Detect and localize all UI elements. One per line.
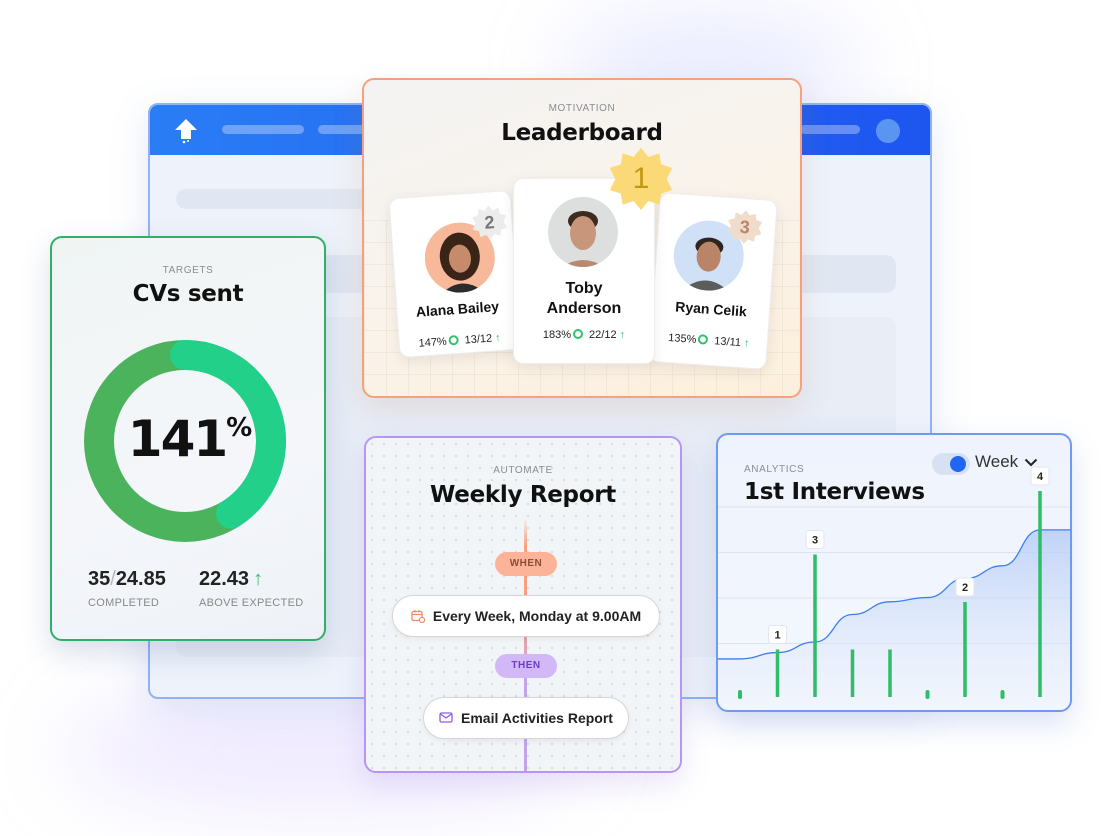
email-icon bbox=[439, 712, 453, 723]
analytics-toggle[interactable] bbox=[932, 453, 970, 475]
flow-connector bbox=[524, 518, 527, 658]
ring-icon bbox=[698, 334, 709, 345]
data-label: 4 bbox=[1037, 471, 1044, 483]
trigger-node[interactable]: Every Week, Monday at 9.00AM bbox=[392, 595, 660, 637]
action-node[interactable]: Email Activities Report bbox=[423, 697, 629, 739]
when-pill: WHEN bbox=[495, 552, 557, 576]
card-eyebrow: TARGETS bbox=[162, 265, 214, 276]
player-stats: 147% 13/12 ↑ bbox=[418, 331, 502, 350]
then-pill: THEN bbox=[495, 654, 557, 678]
player-name: Ryan Celik bbox=[674, 298, 748, 320]
interviews-chart: 1 3 2 4 bbox=[718, 466, 1070, 710]
user-avatar[interactable] bbox=[876, 119, 900, 143]
chevron-down-icon bbox=[1024, 458, 1038, 466]
rank-badge-first: 1 bbox=[608, 146, 674, 212]
trend-area bbox=[718, 529, 1070, 710]
card-title: Weekly Report bbox=[430, 482, 616, 508]
arrow-up-icon: ↑ bbox=[743, 337, 750, 350]
nav-placeholder bbox=[222, 125, 304, 134]
card-title: 1st Interviews bbox=[744, 479, 925, 505]
player-stats: 135% 13/11 ↑ bbox=[667, 332, 750, 350]
leaderboard-card: MOTIVATION Leaderboard 2 Alana Bailey 14… bbox=[362, 78, 802, 398]
card-eyebrow: ANALYTICS bbox=[744, 464, 805, 475]
data-label: 3 bbox=[812, 535, 818, 547]
calendar-clock-icon bbox=[411, 610, 425, 623]
arrow-up-icon: ↑ bbox=[494, 331, 502, 345]
rank-badge: 3 bbox=[726, 208, 764, 246]
upload-arrow-icon bbox=[175, 119, 197, 144]
percent-value: 141% bbox=[127, 410, 253, 468]
leaderboard-player-card[interactable]: 2 Alana Bailey 147% 13/12 ↑ bbox=[388, 189, 522, 359]
card-title: CVs sent bbox=[132, 281, 244, 307]
data-label: 2 bbox=[962, 582, 968, 594]
above-expected-stat: 22.43 ↑ ABOVE EXPECTED bbox=[199, 568, 304, 609]
data-label: 1 bbox=[774, 630, 780, 642]
leaderboard-player-card[interactable]: 3 Ryan Celik 135% 13/11 ↑ bbox=[648, 192, 778, 370]
card-eyebrow: AUTOMATE bbox=[493, 465, 553, 476]
ring-icon bbox=[573, 329, 584, 339]
weekly-report-card: AUTOMATE Weekly Report WHEN Every Week, … bbox=[364, 436, 682, 773]
card-eyebrow: MOTIVATION bbox=[548, 103, 616, 114]
player-stats: 183% 22/12 ↑ bbox=[542, 329, 626, 341]
cvs-sent-card: TARGETS CVs sent 141% 35/24.85 COMPLETED… bbox=[50, 236, 326, 641]
interviews-card: 1 3 2 4 ANALYTICS 1st Interviews Week bbox=[716, 433, 1072, 712]
ring-icon bbox=[448, 334, 459, 346]
arrow-up-icon: ↑ bbox=[619, 329, 626, 341]
card-title: Leaderboard bbox=[501, 120, 663, 146]
nav-placeholder bbox=[800, 125, 860, 134]
arrow-up-icon: ↑ bbox=[253, 568, 264, 590]
player-name: Toby Anderson bbox=[546, 280, 622, 317]
toggle-knob bbox=[950, 456, 966, 472]
completed-stat: 35/24.85 COMPLETED bbox=[88, 568, 166, 609]
rank-badge: 2 bbox=[470, 203, 508, 241]
period-dropdown[interactable]: Week bbox=[975, 452, 1038, 472]
player-name: Alana Bailey bbox=[415, 298, 500, 320]
